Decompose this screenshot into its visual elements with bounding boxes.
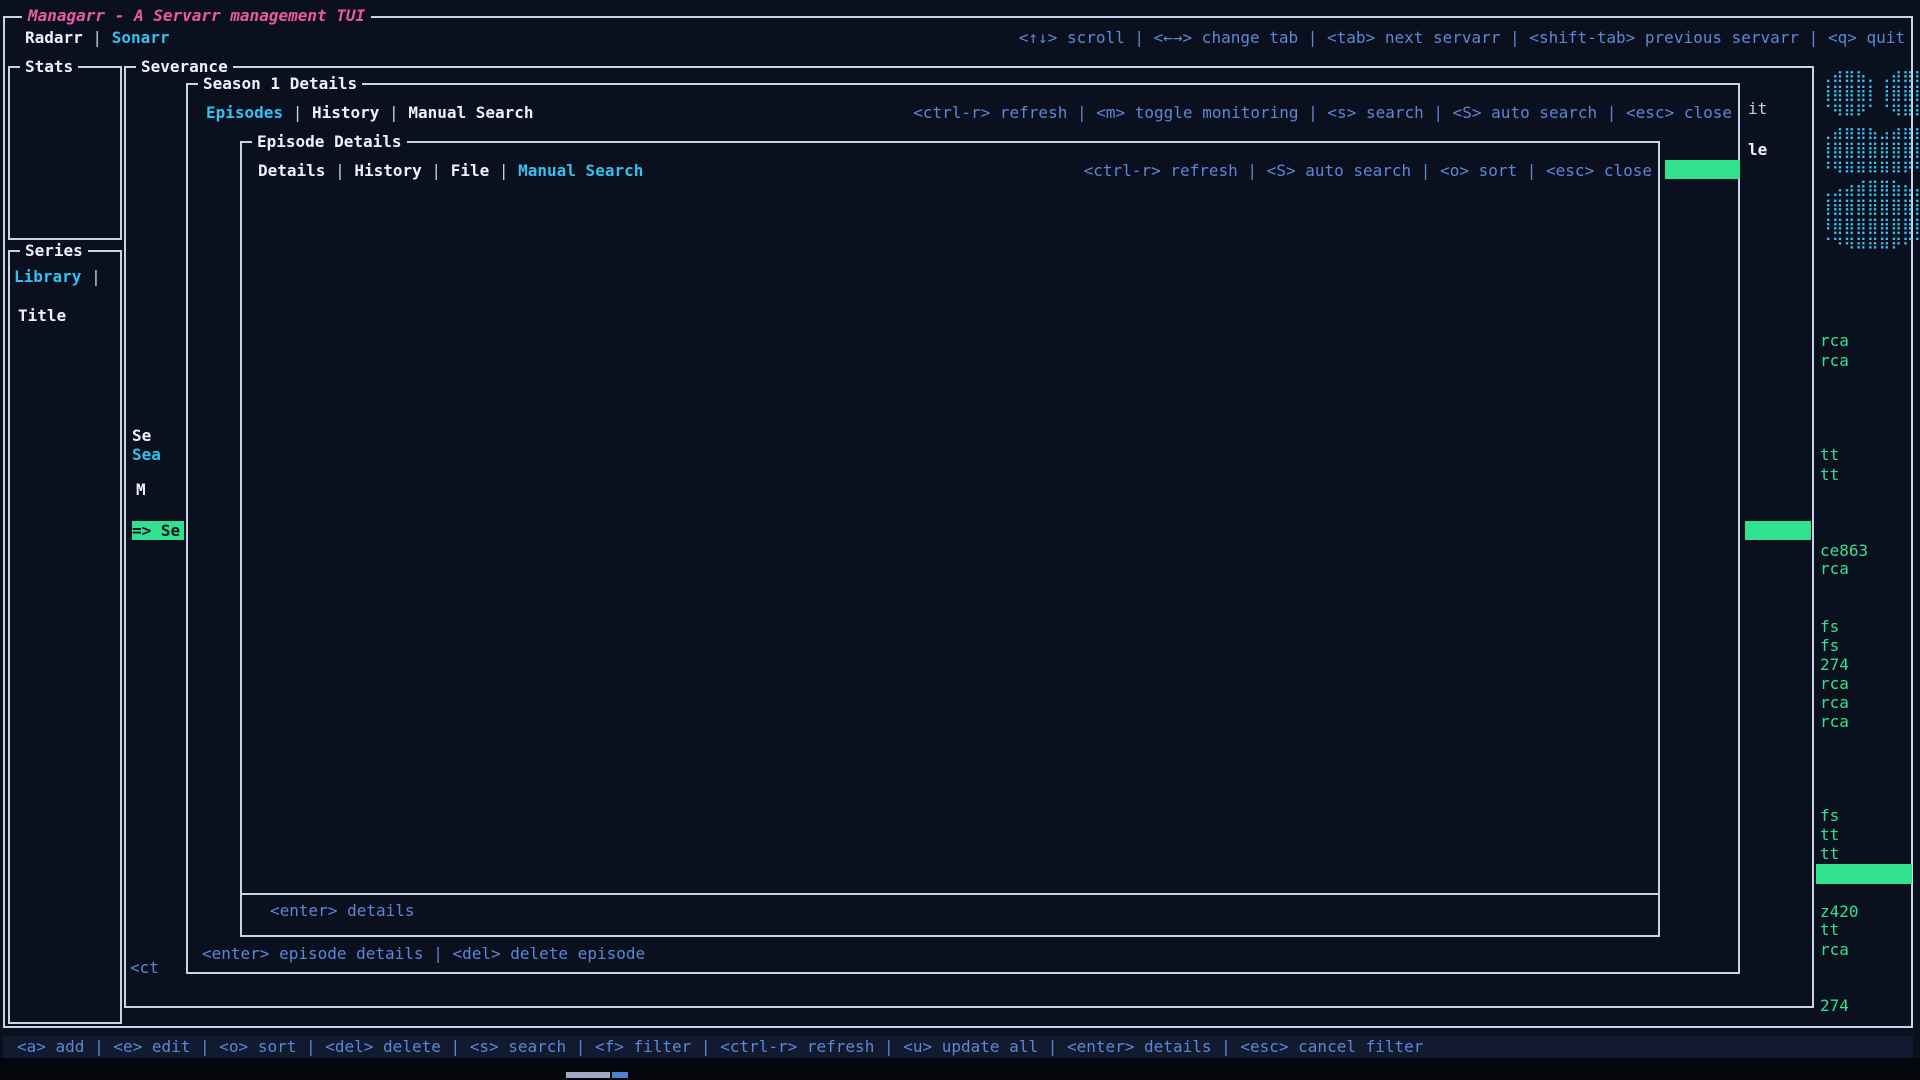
clipped-seasons-title: Se [132, 426, 184, 445]
tab-library[interactable]: Library [14, 267, 81, 286]
logo-art-line: ⠸⣿⣿⣿⣿⣿⣿⣿⣿⠇ [1820, 216, 1920, 235]
tab-separator: | [379, 103, 408, 122]
clipped-column-fragment: fs [1820, 617, 1839, 636]
clipped-seasons-tab: Sea [132, 445, 184, 464]
taskbar-peek [566, 1072, 610, 1078]
tab-manual-search[interactable]: Manual Search [518, 161, 643, 180]
tab-separator: | [283, 103, 312, 122]
stats-panel: Stats [8, 66, 122, 240]
clipped-selected-season-bar [1745, 521, 1811, 540]
episode-overlay-help: <ctrl-r> refresh | <S> auto search | <o>… [1084, 161, 1652, 180]
app-title: Managarr - A Servarr management TUI [22, 6, 371, 25]
series-panel: Series [8, 250, 122, 1024]
series-column-header: Title [18, 306, 66, 325]
season-overlay-tab-bar: Episodes | History | Manual Search [206, 103, 534, 122]
table-footer-divider [242, 893, 1658, 895]
logo-art-line: ⢀⣠⣴⣾⣿⣿⣷⣦⣄⡀ [1820, 178, 1920, 197]
tab-episodes[interactable]: Episodes [206, 103, 283, 122]
tab-separator: | [489, 161, 518, 180]
bottom-help-bar: <a> add | <e> edit | <o> sort | <del> de… [3, 1036, 1913, 1058]
season-overlay-footer: <enter> episode details | <del> delete e… [202, 944, 645, 963]
tab-radarr[interactable]: Radarr [25, 28, 83, 47]
episode-details-overlay: Episode Details [240, 141, 1660, 937]
clipped-selected-episode-bar [1665, 160, 1740, 179]
stats-panel-title: Stats [20, 57, 78, 76]
clipped-column-fragment: ce863 [1820, 541, 1868, 560]
tab-separator: | [422, 161, 451, 180]
tab-history[interactable]: History [354, 161, 421, 180]
clipped-column-fragment: rca [1820, 693, 1849, 712]
clipped-column-fragment: rca [1820, 331, 1849, 350]
bottom-black-strip [0, 1058, 1920, 1080]
episode-overlay-tab-bar: Details | History | File | Manual Search [258, 161, 643, 180]
tab-manual-search[interactable]: Manual Search [408, 103, 533, 122]
clipped-column-fragment: fs [1820, 806, 1839, 825]
clipped-selected-row-bar [1816, 864, 1912, 884]
clipped-column-fragment: 274 [1820, 655, 1849, 674]
logo-art-line: ⢀⣴⣶⣶⣦⣠⣴⣶⣦⡀ [1820, 121, 1920, 140]
clipped-seasons-header: M [136, 480, 184, 499]
bottom-help-text: <a> add | <e> edit | <o> sort | <del> de… [17, 1036, 1423, 1058]
season-overlay-help: <ctrl-r> refresh | <m> toggle monitoring… [913, 103, 1732, 122]
tab-sonarr[interactable]: Sonarr [112, 28, 170, 47]
clipped-column-fragment: fs [1820, 636, 1839, 655]
tab-separator: | [325, 161, 354, 180]
clipped-header-fragment: le [1748, 140, 1767, 159]
clipped-selected-season-row: => Se [132, 521, 184, 540]
episode-overlay-footer: <enter> details [270, 901, 415, 920]
logo-art-line: ⠈⠙⠻⠿⠿⠿⠟⠋⠁ [1820, 235, 1920, 254]
logo-art-line: ⠘⠻⠿⠿⠿⠿⠿⠟⠋⠁ [1820, 159, 1920, 178]
clipped-column-fragment: rca [1820, 940, 1849, 959]
clipped-column-fragment: rca [1820, 674, 1849, 693]
logo-art-line: ⢸⣿⣿⣿⣿⣿⣿⣿⣿⡇ [1820, 197, 1920, 216]
series-panel-title: Series [20, 241, 88, 260]
tab-file[interactable]: File [451, 161, 490, 180]
clipped-column-fragment: tt [1820, 465, 1839, 484]
clipped-column-fragment: 274 [1820, 996, 1849, 1015]
tab-history[interactable]: History [312, 103, 379, 122]
clipped-column-fragment: rca [1820, 559, 1849, 578]
taskbar-peek-accent [612, 1072, 628, 1078]
clipped-column-fragment: rca [1820, 351, 1849, 370]
global-help-text: <↑↓> scroll | <←→> change tab | <tab> ne… [1019, 28, 1905, 47]
clipped-column-fragment: rca [1820, 712, 1849, 731]
managarr-tui-screen: Managarr - A Servarr management TUI Rada… [0, 0, 1920, 1080]
clipped-column-fragment: tt [1820, 445, 1839, 464]
clipped-text-fragment: it [1748, 99, 1767, 118]
season-overlay-title: Season 1 Details [198, 74, 362, 93]
logo-art-line: ⠈⠻⠿⠟⠁⠈⠻⠿⠟⠁ [1820, 102, 1920, 121]
episode-overlay-title: Episode Details [252, 132, 407, 151]
servarr-tab-bar: Radarr | Sonarr [25, 28, 170, 47]
clipped-column-fragment: tt [1820, 825, 1839, 844]
tab-details[interactable]: Details [258, 161, 325, 180]
clipped-column-fragment: tt [1820, 844, 1839, 863]
clipped-panel-footer: <ct [130, 958, 184, 977]
clipped-column-fragment: tt [1820, 920, 1839, 939]
series-tab-bar: Library | [14, 267, 101, 286]
tab-separator: | [83, 28, 112, 47]
logo-art-line: ⢀⣴⣶⣦⡀⢀⣴⣶⣦⡀ [1820, 64, 1920, 83]
tab-separator: | [81, 267, 100, 286]
logo-art-line: ⢸⣿⣿⣿⡇⢸⣿⣿⣿⡇ [1820, 83, 1920, 102]
clipped-column-fragment: z420 [1820, 902, 1859, 921]
logo-art-line: ⢸⣿⣿⣿⣿⣿⣿⣿⣿⡇ [1820, 140, 1920, 159]
